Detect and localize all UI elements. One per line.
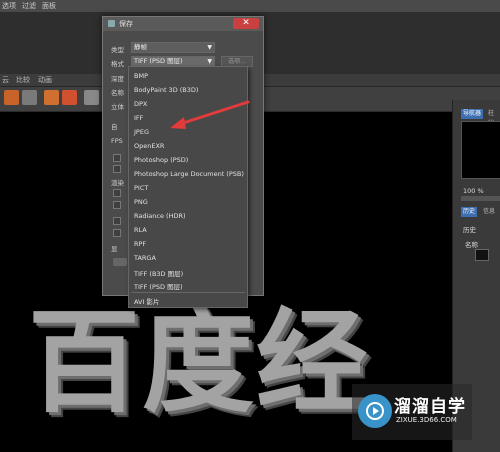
format-option-psb[interactable]: Photoshop Large Document (PSB) [134,170,244,178]
format-option-tiff-b3d[interactable]: TIFF (B3D 图层) [134,268,183,278]
tab-info[interactable]: 信息 [481,207,497,217]
format-option-psd[interactable]: Photoshop (PSD) [134,156,188,164]
zoom-slider[interactable] [461,196,500,201]
format-option-hdr[interactable]: Radiance (HDR) [134,212,186,220]
menu-item-panel[interactable]: 面板 [42,1,56,11]
checkbox[interactable] [113,201,121,209]
format-option-pict[interactable]: PICT [134,184,148,192]
tab-history[interactable]: 历史 [461,207,478,217]
close-button[interactable]: ✕ [233,18,259,29]
format-select-value: TIFF (PSD 图层) [134,57,183,65]
depth-label: 深度 [111,75,124,83]
menu-bar: 选项 过滤 面板 [0,0,500,12]
format-option-iff[interactable]: IFF [134,114,143,122]
type-select[interactable]: 静帧 ▼ [131,42,215,53]
format-label: 格式 [111,60,124,68]
checkbox[interactable] [113,165,121,173]
menu-item-options[interactable]: 选项 [2,1,16,11]
type-label: 类型 [111,46,124,54]
history-label: 历史 [463,226,476,234]
tab-histogram[interactable]: 柱状 [486,109,500,127]
format-option-png[interactable]: PNG [134,198,148,206]
format-option-jpeg[interactable]: JPEG [134,128,149,136]
watermark: 溜溜自学 ZIXUE.3D66.COM [352,384,472,440]
format-option-avi[interactable]: AVI 影片 [134,296,159,306]
copy-icon[interactable] [62,90,77,105]
camera-icon[interactable] [22,90,37,105]
navigator-preview [461,121,500,179]
format-option-b3d[interactable]: BodyPaint 3D (B3D) [134,86,198,94]
history-thumbnail[interactable] [475,249,489,261]
tool-label-animation[interactable]: 动画 [38,75,52,85]
display-label: 显 [111,245,118,253]
render-icon[interactable] [4,90,19,105]
app-icon [108,20,115,27]
watermark-title: 溜溜自学 [394,397,466,417]
chevron-down-icon: ▼ [207,58,212,65]
type-select-value: 静帧 [134,43,147,51]
format-option-targa[interactable]: TARGA [134,254,156,262]
dialog-title: 保存 [119,20,133,28]
checkbox[interactable] [113,217,121,225]
tool-label-compare[interactable]: 比较 [16,75,30,85]
chevron-down-icon: ▼ [207,44,212,51]
watermark-subtitle: ZIXUE.3D66.COM [396,416,457,424]
name-column-header: 名称 [465,241,478,249]
checkbox[interactable] [113,154,121,162]
play-logo-icon [358,394,392,428]
format-option-rla[interactable]: RLA [134,226,147,234]
dialog-button[interactable] [113,258,127,266]
dialog-titlebar: 保存 ✕ [103,17,263,31]
format-option-openexr[interactable]: OpenEXR [134,142,164,150]
fps-label: FPS [111,137,123,145]
tab-navigator[interactable]: 导航器 [461,109,484,119]
save-icon[interactable] [84,90,99,105]
dropdown-divider [131,292,245,293]
tool-label-cloud[interactable]: 云 [2,75,9,85]
red-arrow-icon [170,100,250,129]
render-label: 渲染 [111,179,124,187]
zoom-level: 100 % [463,187,484,195]
from-label: 自 [111,123,118,131]
format-option-dpx[interactable]: DPX [134,100,147,108]
checkbox[interactable] [113,229,121,237]
layer-icon[interactable] [44,90,59,105]
name-label: 名称 [111,89,124,97]
menu-item-filter[interactable]: 过滤 [22,1,36,11]
format-option-tiff-psd[interactable]: TIFF (PSD 图层) [134,281,183,291]
stereo-label: 立体 [111,103,124,111]
checkbox[interactable] [113,189,121,197]
format-option-rpf[interactable]: RPF [134,240,146,248]
format-option-bmp[interactable]: BMP [134,72,148,80]
